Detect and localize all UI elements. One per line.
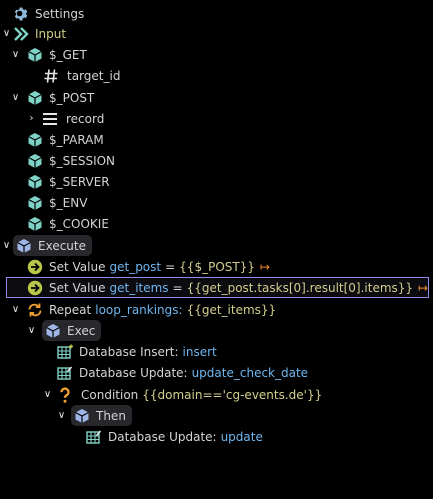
- db-insert-icon: [57, 344, 73, 360]
- db-update-label: Database Update:: [108, 429, 217, 444]
- session-label: $_SESSION: [49, 153, 116, 168]
- chevron-down-icon[interactable]: ∨: [0, 27, 13, 40]
- db-update-icon: [86, 429, 102, 445]
- tree-item-input[interactable]: ∨ Input: [0, 23, 66, 44]
- cube-icon: [27, 90, 43, 106]
- tree-item-repeat[interactable]: ∨ Repeat loop_rankings: {{get_items}}: [9, 299, 276, 320]
- tree-item-server[interactable]: $_SERVER: [27, 171, 110, 192]
- get-label: $_GET: [49, 47, 87, 62]
- db-update-value: update: [220, 429, 263, 444]
- chevron-down-icon[interactable]: ∨: [0, 239, 13, 252]
- chevron-down-icon[interactable]: ∨: [9, 48, 22, 61]
- then-node[interactable]: Then: [71, 405, 132, 426]
- arrow-circle-icon: [27, 280, 43, 296]
- tree-item-exec[interactable]: ∨ Exec: [25, 320, 102, 341]
- expression: {{$_POST}}: [179, 259, 255, 274]
- equals-sign: =: [172, 280, 183, 295]
- double-chevron-icon: [13, 26, 29, 42]
- env-label: $_ENV: [49, 195, 88, 210]
- db-update-icon: [57, 365, 73, 381]
- tree-item-get[interactable]: ∨ $_GET: [9, 44, 87, 65]
- gear-icon: [13, 6, 29, 22]
- expression: {{get_post.tasks[0].result[0].items}}: [186, 280, 414, 295]
- execute-label: Execute: [38, 238, 86, 253]
- tree-item-execute[interactable]: ∨ Execute: [0, 235, 92, 256]
- chevron-down-icon[interactable]: ∨: [41, 388, 54, 401]
- post-label: $_POST: [49, 90, 95, 105]
- record-label: record: [66, 111, 105, 126]
- arrow-circle-icon: [27, 259, 43, 275]
- tree-item-post[interactable]: ∨ $_POST: [9, 87, 94, 108]
- param-label: $_PARAM: [49, 132, 104, 147]
- cube-icon: [27, 132, 43, 148]
- cube-icon: [45, 323, 61, 339]
- cube-icon: [16, 238, 32, 254]
- tree-item-cookie[interactable]: $_COOKIE: [27, 213, 109, 234]
- settings-label: Settings: [35, 6, 85, 21]
- db-insert-label: Database Insert:: [79, 344, 179, 359]
- cube-icon: [27, 195, 43, 211]
- chevron-down-icon[interactable]: ∨: [25, 324, 38, 337]
- cube-icon: [27, 153, 43, 169]
- jump-arrow-icon[interactable]: ↦: [418, 281, 428, 295]
- tree-item-param[interactable]: $_PARAM: [27, 129, 104, 150]
- list-icon: [42, 111, 58, 127]
- chevron-down-icon[interactable]: ∨: [9, 91, 22, 104]
- tree-item-set-value-get-post[interactable]: Set Value get_post = {{$_POST}} ↦: [27, 256, 270, 277]
- tree-item-session[interactable]: $_SESSION: [27, 150, 115, 171]
- set-value-label: Set Value: [49, 259, 106, 274]
- loop-name: loop_rankings:: [95, 302, 183, 317]
- tree-item-settings[interactable]: Settings: [13, 3, 84, 24]
- db-update-label: Database Update:: [79, 365, 188, 380]
- input-label: Input: [35, 26, 67, 41]
- db-update-value: update_check_date: [191, 365, 309, 380]
- tree-item-condition[interactable]: ∨ Condition {{domain=='cg-events.de'}}: [41, 384, 322, 405]
- then-label: Then: [96, 408, 126, 423]
- cube-icon: [27, 47, 43, 63]
- target-id-label: target_id: [67, 68, 121, 83]
- tree-item-db-insert[interactable]: Database Insert: insert: [57, 341, 217, 362]
- tree-item-target-id[interactable]: target_id: [43, 65, 120, 86]
- cube-icon: [74, 408, 90, 424]
- loop-expression: {{get_items}}: [186, 302, 277, 317]
- tree-item-record[interactable]: › record: [25, 108, 105, 129]
- chevron-down-icon[interactable]: ∨: [55, 409, 68, 422]
- chevron-down-icon[interactable]: ∨: [9, 303, 22, 316]
- cube-icon: [27, 174, 43, 190]
- repeat-icon: [27, 302, 43, 318]
- tree-item-set-value-get-items[interactable]: Set Value get_items = {{get_post.tasks[0…: [6, 277, 429, 298]
- variable-name: get_post: [109, 259, 162, 274]
- cookie-label: $_COOKIE: [49, 216, 109, 231]
- chevron-right-icon[interactable]: ›: [25, 112, 38, 125]
- tree-item-then[interactable]: ∨ Then: [55, 405, 132, 426]
- condition-expression: {{domain=='cg-events.de'}}: [142, 387, 323, 402]
- cube-icon: [27, 216, 43, 232]
- tree-item-env[interactable]: $_ENV: [27, 192, 87, 213]
- hash-icon: [43, 68, 59, 84]
- set-value-label: Set Value: [49, 280, 106, 295]
- variable-name: get_items: [109, 280, 169, 295]
- server-label: $_SERVER: [49, 174, 110, 189]
- exec-label: Exec: [67, 323, 96, 338]
- execute-node[interactable]: Execute: [13, 235, 92, 256]
- question-icon: [57, 386, 73, 403]
- db-insert-value: insert: [182, 344, 217, 359]
- tree-item-db-update[interactable]: Database Update: update: [86, 426, 263, 447]
- exec-node[interactable]: Exec: [42, 320, 102, 341]
- jump-arrow-icon[interactable]: ↦: [260, 260, 270, 274]
- equals-sign: =: [165, 259, 176, 274]
- condition-label: Condition: [81, 387, 139, 402]
- tree-item-db-update-check-date[interactable]: Database Update: update_check_date: [57, 362, 308, 383]
- repeat-label: Repeat: [49, 302, 92, 317]
